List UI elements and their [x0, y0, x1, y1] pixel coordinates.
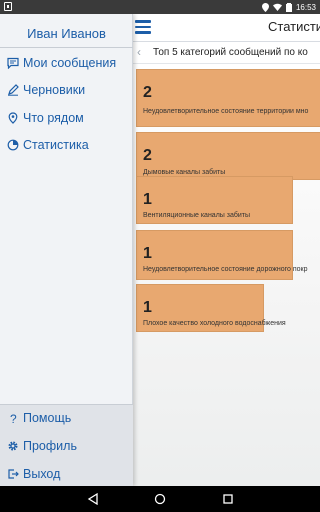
category-label: Неудовлетворительное состояние дорожного… — [143, 266, 308, 273]
status-bar: 16:53 — [0, 0, 320, 14]
chevron-left-icon[interactable]: ‹ — [137, 45, 141, 59]
location-pin-icon — [3, 112, 23, 124]
help-icon: ? — [3, 412, 23, 424]
nav-item-statistics[interactable]: Статистика — [0, 132, 133, 158]
category-list: 2 Неудовлетворительное состояние террито… — [133, 64, 320, 486]
drawer-footer: ? Помощь Профиль Выход — [0, 404, 133, 486]
nav-item-help[interactable]: ? Помощь — [0, 405, 133, 431]
category-count: 1 — [143, 245, 152, 262]
subheader-title: Топ 5 категорий сообщений по ко — [153, 47, 308, 58]
pencil-icon — [3, 84, 23, 96]
subheader: ‹ Топ 5 категорий сообщений по ко — [133, 42, 320, 64]
nav-item-my-messages[interactable]: Мои сообщения — [0, 50, 133, 76]
category-count: 2 — [143, 147, 152, 164]
stats-icon — [3, 139, 23, 151]
category-count: 2 — [143, 84, 152, 101]
category-card[interactable]: 1 Вентиляционные каналы забиты — [136, 176, 293, 224]
battery-icon — [285, 2, 292, 12]
drawer-divider — [0, 47, 133, 48]
nav-item-label: Что рядом — [23, 111, 84, 125]
location-status-icon — [261, 2, 269, 12]
nav-item-label: Выход — [23, 467, 61, 481]
category-label: Дымовые каналы забиты — [143, 169, 226, 176]
nav-item-drafts[interactable]: Черновики — [0, 77, 133, 103]
category-label: Вентиляционные каналы забиты — [143, 212, 251, 219]
nav-item-profile[interactable]: Профиль — [0, 433, 133, 459]
back-nav-icon[interactable] — [85, 491, 101, 507]
category-count: 1 — [143, 299, 152, 316]
category-count: 1 — [143, 191, 152, 208]
logout-icon — [3, 468, 23, 480]
category-card[interactable]: 2 Дымовые каналы забиты — [136, 132, 320, 180]
system-nav-bar — [0, 486, 320, 512]
main-panel: Статисти ‹ Топ 5 категорий сообщений по … — [133, 14, 320, 486]
nav-item-nearby[interactable]: Что рядом — [0, 105, 133, 131]
nav-item-label: Черновики — [23, 83, 86, 97]
clock: 16:53 — [295, 2, 316, 12]
gear-icon — [3, 440, 23, 452]
nav-item-label: Профиль — [23, 439, 77, 453]
wifi-icon — [272, 3, 282, 11]
category-label: Неудовлетворительное состояние территори… — [143, 108, 309, 115]
recents-nav-icon[interactable] — [220, 491, 236, 507]
app-notification-icon — [4, 2, 12, 11]
nav-item-label: Мои сообщения — [23, 56, 117, 70]
page-title: Статисти — [268, 19, 320, 34]
app-bar: Статисти — [133, 14, 320, 42]
user-name: Иван Иванов — [27, 26, 106, 41]
category-label: Плохое качество холодного водоснабжения — [143, 320, 286, 327]
navigation-drawer: Иван Иванов Мои сообщения Черновики Что … — [0, 14, 133, 486]
category-card[interactable]: 1 Плохое качество холодного водоснабжени… — [136, 284, 286, 332]
menu-icon[interactable] — [135, 20, 151, 34]
nav-item-label: Статистика — [23, 138, 89, 152]
home-nav-icon[interactable] — [152, 491, 168, 507]
message-icon — [3, 57, 23, 69]
category-card[interactable]: 2 Неудовлетворительное состояние террито… — [136, 69, 320, 127]
svg-text:?: ? — [10, 412, 17, 424]
nav-item-label: Помощь — [23, 411, 72, 425]
category-card[interactable]: 1 Неудовлетворительное состояние дорожно… — [136, 230, 307, 280]
nav-item-logout[interactable]: Выход — [0, 461, 133, 486]
